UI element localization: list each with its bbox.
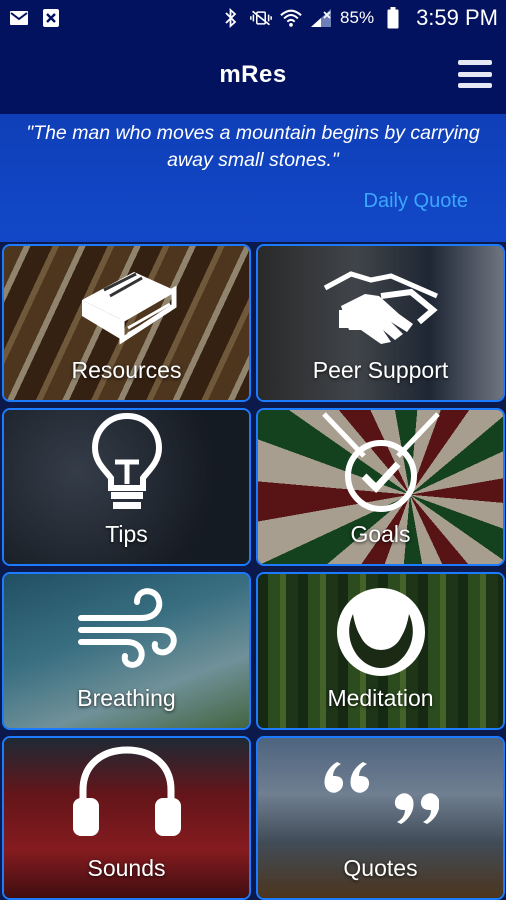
wind-icon: [77, 588, 177, 668]
tile-quotes[interactable]: Quotes: [256, 736, 505, 900]
battery-percent: 85%: [340, 8, 375, 27]
tile-label: Goals: [350, 521, 411, 547]
tile-breathing[interactable]: Breathing: [2, 572, 251, 730]
tile-label: Sounds: [87, 855, 166, 881]
status-time: 3:59 PM: [416, 5, 498, 30]
tile-label: Breathing: [77, 685, 176, 711]
quote-marks-icon: [324, 762, 439, 824]
tile-meditation[interactable]: Meditation: [256, 572, 505, 730]
tile-label: Meditation: [327, 685, 434, 711]
book-icon: [81, 272, 176, 345]
bluetooth-icon: [220, 7, 242, 29]
tile-tips[interactable]: Tips: [2, 408, 251, 566]
tile-resources[interactable]: Resources: [2, 244, 251, 402]
tile-label: Resources: [71, 357, 182, 383]
quote-text: "The man who moves a mountain begins by …: [26, 122, 480, 171]
tile-goals[interactable]: Goals: [256, 408, 505, 566]
target-check-icon: [321, 412, 440, 512]
tile-label: Quotes: [343, 855, 418, 881]
app-notification-icon: [40, 7, 62, 29]
tile-sounds[interactable]: Sounds: [2, 736, 251, 900]
wifi-icon: [280, 7, 302, 29]
gmail-notification-icon: [8, 7, 30, 29]
battery-icon: [382, 7, 404, 29]
tile-peer-support[interactable]: Peer Support: [256, 244, 505, 402]
vibrate-mute-icon: [250, 7, 272, 29]
signal-icon: [310, 7, 332, 29]
lightbulb-icon: [91, 412, 162, 509]
daily-quote-link[interactable]: Daily Quote: [364, 190, 469, 213]
app-title: mRes: [219, 61, 287, 88]
tile-label: Tips: [105, 521, 148, 547]
daily-quote-banner: "The man who moves a mountain begins by …: [0, 114, 506, 242]
feature-grid: Resources Peer Support Tips Goals Breath…: [0, 242, 506, 900]
app-bar: mRes: [0, 36, 506, 114]
hamburger-menu-icon[interactable]: [458, 60, 492, 88]
status-bar: 85% 3:59 PM: [0, 0, 506, 36]
handshake-icon: [323, 271, 438, 344]
meditation-icon: [336, 588, 425, 676]
tile-label: Peer Support: [312, 357, 449, 383]
headphones-icon: [72, 746, 181, 836]
